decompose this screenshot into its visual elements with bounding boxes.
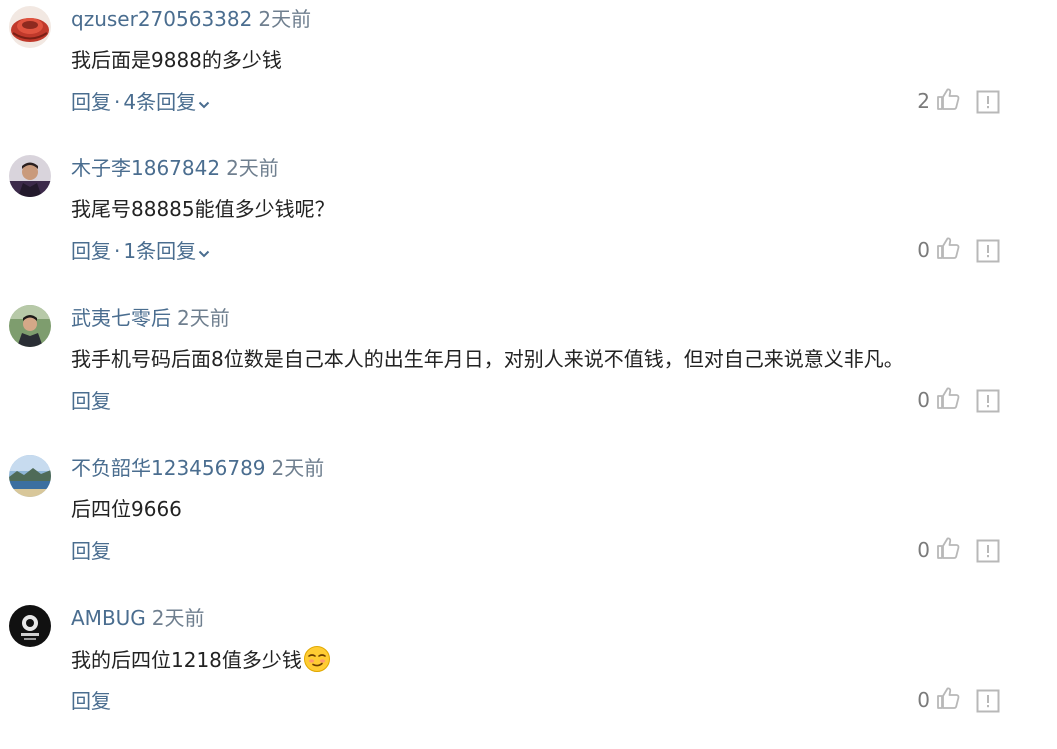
comment-text: 我后面是9888的多少钱 xyxy=(71,48,282,72)
timestamp: 2天前 xyxy=(226,156,279,180)
reply-button[interactable]: 回复 xyxy=(71,689,111,713)
username[interactable]: qzuser270563382 xyxy=(71,7,252,31)
thumbs-up-icon[interactable] xyxy=(936,536,960,560)
like-control: 0 xyxy=(916,535,960,565)
comment-item: 木子李1867842 2天前 我尾号88885能值多少钱呢？ 回复 · 1条回复 0 xyxy=(0,149,1057,299)
like-count: 0 xyxy=(917,238,930,262)
username[interactable]: AMBUG xyxy=(71,606,146,630)
avatar[interactable] xyxy=(9,455,51,497)
like-control: 0 xyxy=(916,685,960,715)
like-count: 2 xyxy=(917,89,930,113)
comment-meta: 不负韶华123456789 2天前 xyxy=(71,455,324,481)
chevron-down-icon xyxy=(198,250,210,258)
thumbs-up-icon[interactable] xyxy=(936,386,960,410)
comment-text: 后四位9666 xyxy=(71,497,182,521)
comment-text-body: 我的后四位1218值多少钱 xyxy=(71,648,302,672)
comment-item: qzuser270563382 2天前 我后面是9888的多少钱 回复 · 4条回复 … xyxy=(0,0,1057,150)
timestamp: 2天前 xyxy=(271,456,325,480)
smirk-emoji-icon xyxy=(303,646,330,672)
comment-meta: qzuser270563382 2天前 xyxy=(71,6,311,32)
username[interactable]: 木子李1867842 xyxy=(71,156,220,180)
comment-text: 我手机号码后面8位数是自己本人的出生年月日，对别人来说不值钱，但对自己来说意义非… xyxy=(71,347,904,371)
comment-actions: 回复 xyxy=(71,687,111,715)
comment-item: 武夷七零后 2天前 我手机号码后面8位数是自己本人的出生年月日，对别人来说不值钱，… xyxy=(0,299,1057,449)
replies-count-label: 1条回复 xyxy=(123,239,197,263)
like-control: 2 xyxy=(916,86,960,116)
report-icon[interactable] xyxy=(976,239,1000,263)
comment-actions: 回复 xyxy=(71,537,111,565)
timestamp: 2天前 xyxy=(258,7,312,31)
separator: · xyxy=(114,239,121,263)
separator: · xyxy=(114,90,121,114)
chevron-down-icon xyxy=(198,101,210,109)
comment-actions: 回复 · 4条回复 xyxy=(71,88,210,116)
like-control: 0 xyxy=(916,235,960,265)
expand-replies-button[interactable]: 1条回复 xyxy=(123,239,210,263)
comment-actions: 回复 xyxy=(71,387,111,415)
comment-text: 我尾号88885能值多少钱呢？ xyxy=(71,197,335,221)
avatar[interactable] xyxy=(9,305,51,347)
comment-meta: AMBUG 2天前 xyxy=(71,605,205,631)
thumbs-up-icon[interactable] xyxy=(936,686,960,710)
like-count: 0 xyxy=(917,388,930,412)
reply-button[interactable]: 回复 xyxy=(71,539,111,563)
comment-item: 不负韶华123456789 2天前 后四位9666 回复 0 xyxy=(0,449,1057,599)
like-count: 0 xyxy=(917,538,930,562)
timestamp: 2天前 xyxy=(151,606,205,630)
comment-text: 我的后四位1218值多少钱 xyxy=(71,645,331,673)
report-icon[interactable] xyxy=(976,90,1000,114)
reply-button[interactable]: 回复 xyxy=(71,389,111,413)
avatar[interactable] xyxy=(9,6,51,48)
timestamp: 2天前 xyxy=(177,306,230,330)
username[interactable]: 武夷七零后 xyxy=(71,306,171,330)
comment-actions: 回复 · 1条回复 xyxy=(71,237,210,265)
comment-meta: 木子李1867842 2天前 xyxy=(71,155,279,181)
username[interactable]: 不负韶华123456789 xyxy=(71,456,266,480)
report-icon[interactable] xyxy=(976,689,1000,713)
report-icon[interactable] xyxy=(976,539,1000,563)
comment-meta: 武夷七零后 2天前 xyxy=(71,305,230,331)
reply-button[interactable]: 回复 xyxy=(71,90,111,114)
like-count: 0 xyxy=(917,688,930,712)
avatar[interactable] xyxy=(9,605,51,647)
thumbs-up-icon[interactable] xyxy=(936,87,960,111)
report-icon[interactable] xyxy=(976,389,1000,413)
replies-count-label: 4条回复 xyxy=(123,90,197,114)
expand-replies-button[interactable]: 4条回复 xyxy=(123,90,210,114)
avatar[interactable] xyxy=(9,155,51,197)
thumbs-up-icon[interactable] xyxy=(936,236,960,260)
like-control: 0 xyxy=(916,385,960,415)
comment-item: AMBUG 2天前 我的后四位1218值多少钱 回复 0 xyxy=(0,599,1057,749)
reply-button[interactable]: 回复 xyxy=(71,239,111,263)
